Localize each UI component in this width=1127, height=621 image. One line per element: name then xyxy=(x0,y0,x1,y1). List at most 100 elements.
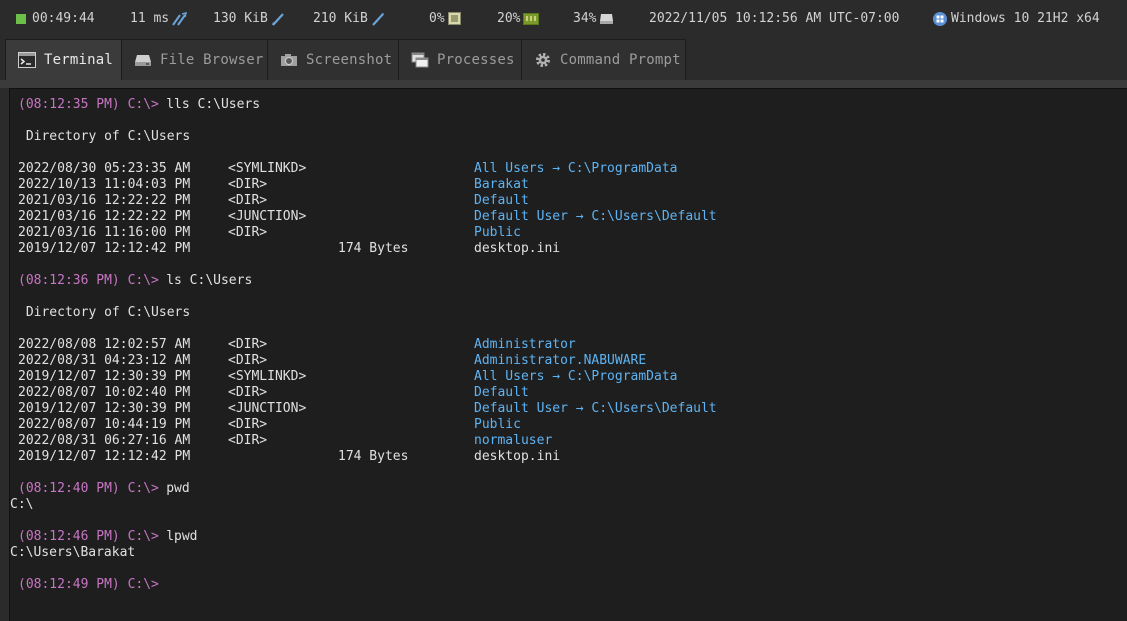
entry-type: <DIR> xyxy=(228,225,268,240)
directory-heading: Directory of C:\Users xyxy=(10,305,1110,321)
list-item: 2022/08/31 04:23:12 AM <DIR> Administrator… xyxy=(10,353,1110,369)
latency-text: 11 ms xyxy=(130,11,170,26)
list-item: 2022/08/07 10:02:40 PM <DIR> Default xyxy=(10,385,1110,401)
prompt: (08:12:49 PM) C:\> xyxy=(18,577,159,592)
cpu-chip-icon xyxy=(447,12,461,25)
tab-file-browser[interactable]: File Browser xyxy=(121,39,268,80)
entry-date: 2022/08/07 10:44:19 PM xyxy=(18,417,191,432)
entry-name-link[interactable]: Administrator xyxy=(474,337,576,353)
list-item: 2019/12/07 12:12:42 PM 174 Bytes desktop.i… xyxy=(10,449,1110,465)
memory-icon xyxy=(523,12,540,25)
upload-indicator: 210 KiB xyxy=(313,10,385,27)
list-item: 2021/03/16 12:22:22 PM <JUNCTION> Default … xyxy=(10,209,1110,225)
list-item: 2019/12/07 12:30:39 PM <SYMLINKD> All User… xyxy=(10,369,1110,385)
latency-icon xyxy=(172,11,188,26)
entry-date: 2021/03/16 12:22:22 PM xyxy=(18,193,191,208)
os-text: Windows 10 21H2 x64 xyxy=(951,11,1100,26)
command-text: lls C:\Users xyxy=(166,97,261,112)
entry-type: <DIR> xyxy=(228,417,268,432)
command-text: lpwd xyxy=(166,529,198,544)
entry-name-link[interactable]: Default User → C:\Users\Default xyxy=(474,209,717,225)
entry-date: 2019/12/07 12:30:39 PM xyxy=(18,369,191,384)
tab-processes[interactable]: Processes xyxy=(398,39,522,80)
entry-date: 2019/12/07 12:30:39 PM xyxy=(18,401,191,416)
entry-date: 2022/08/31 06:27:16 AM xyxy=(18,433,191,448)
entry-type: <DIR> xyxy=(228,177,268,192)
gear-icon xyxy=(536,53,550,67)
entry-date: 2022/08/08 12:02:57 AM xyxy=(18,337,191,352)
command-text: ls C:\Users xyxy=(166,273,253,288)
directory-heading-text: Directory of C:\Users xyxy=(18,129,191,144)
prompt-line: (08:12:35 PM) C:\> lls C:\Users xyxy=(10,97,1110,113)
entry-name: desktop.ini xyxy=(474,241,561,256)
tab-bar: Terminal File Browser Screenshot Process… xyxy=(0,37,1127,80)
entry-name-link[interactable]: Barakat xyxy=(474,177,529,193)
entry-type: <DIR> xyxy=(228,337,268,352)
disk-icon xyxy=(600,13,614,24)
terminal-output[interactable]: (08:12:35 PM) C:\> lls C:\Users Directory… xyxy=(9,88,1127,621)
prompt-line: (08:12:36 PM) C:\> ls C:\Users xyxy=(10,273,1110,289)
terminal-icon xyxy=(18,52,36,68)
disk-indicator: 34% xyxy=(573,10,614,27)
cpu-indicator: 0% xyxy=(429,10,461,27)
download-text: 130 KiB xyxy=(213,11,268,26)
entry-name-link[interactable]: Administrator.NABUWARE xyxy=(474,353,646,369)
tab-screenshot[interactable]: Screenshot xyxy=(267,39,399,80)
entry-type: <SYMLINKD> xyxy=(228,369,307,384)
upload-icon xyxy=(371,12,384,26)
entry-size: 174 Bytes xyxy=(338,241,409,256)
directory-heading: Directory of C:\Users xyxy=(10,129,1110,145)
entry-type: <JUNCTION> xyxy=(228,209,307,224)
os-indicator: Windows 10 21H2 x64 xyxy=(933,10,1100,27)
tab-label: Command Prompt xyxy=(560,52,681,68)
entry-name-link[interactable]: Public xyxy=(474,417,521,433)
entry-name-link[interactable]: All Users → C:\ProgramData xyxy=(474,369,678,385)
datetime-indicator: 2022/11/05 10:12:56 AM UTC-07:00 xyxy=(649,10,899,27)
list-item: 2022/08/31 06:27:16 AM <DIR> normaluser xyxy=(10,433,1110,449)
disk-text: 34% xyxy=(573,11,597,26)
entry-date: 2022/10/13 11:04:03 PM xyxy=(18,177,191,192)
uptime-indicator: 00:49:44 xyxy=(16,10,95,27)
memory-text: 20% xyxy=(497,11,521,26)
output-text: C:\ xyxy=(10,497,34,512)
entry-type: <DIR> xyxy=(228,385,268,400)
latency-indicator: 11 ms xyxy=(130,10,188,27)
entry-type: <DIR> xyxy=(228,193,268,208)
datetime-text: 2022/11/05 10:12:56 AM UTC-07:00 xyxy=(649,11,900,26)
entry-name-link[interactable]: Default User → C:\Users\Default xyxy=(474,401,717,417)
tab-terminal[interactable]: Terminal xyxy=(5,39,122,80)
entry-type: <SYMLINKD> xyxy=(228,161,307,176)
prompt-line: (08:12:49 PM) C:\> xyxy=(10,577,1110,593)
entry-name-link[interactable]: Default xyxy=(474,385,529,401)
prompt-line: (08:12:46 PM) C:\> lpwd xyxy=(10,529,1110,545)
camera-icon xyxy=(281,54,297,66)
list-item: 2022/08/07 10:44:19 PM <DIR> Public xyxy=(10,417,1110,433)
entry-type: <JUNCTION> xyxy=(228,401,307,416)
list-item: 2021/03/16 11:16:00 PM <DIR> Public xyxy=(10,225,1110,241)
command-text: pwd xyxy=(166,481,190,496)
prompt: (08:12:35 PM) C:\> xyxy=(18,97,159,112)
entry-date: 2021/03/16 11:16:00 PM xyxy=(18,225,191,240)
download-indicator: 130 KiB xyxy=(213,10,285,27)
entry-type: <DIR> xyxy=(228,353,268,368)
entry-date: 2019/12/07 12:12:42 PM xyxy=(18,449,191,464)
prompt: (08:12:40 PM) C:\> xyxy=(18,481,159,496)
uptime-text: 00:49:44 xyxy=(32,11,95,26)
entry-name-link[interactable]: normaluser xyxy=(474,433,552,449)
tab-label: File Browser xyxy=(160,52,264,68)
tab-command-prompt[interactable]: Command Prompt xyxy=(521,39,686,80)
status-bar: 00:49:44 11 ms 130 KiB 210 KiB 0% 20% 34… xyxy=(0,0,1127,37)
download-icon xyxy=(271,12,284,26)
entry-date: 2021/03/16 12:22:22 PM xyxy=(18,209,191,224)
windows-logo-icon xyxy=(933,11,947,26)
memory-indicator: 20% xyxy=(497,10,540,27)
entry-name-link[interactable]: Default xyxy=(474,193,529,209)
directory-heading-text: Directory of C:\Users xyxy=(18,305,191,320)
status-square-icon xyxy=(16,13,26,24)
tab-label: Processes xyxy=(437,52,515,68)
entry-name-link[interactable]: Public xyxy=(474,225,521,241)
entry-date: 2022/08/07 10:02:40 PM xyxy=(18,385,191,400)
entry-name: desktop.ini xyxy=(474,449,561,464)
entry-type: <DIR> xyxy=(228,433,268,448)
entry-name-link[interactable]: All Users → C:\ProgramData xyxy=(474,161,678,177)
